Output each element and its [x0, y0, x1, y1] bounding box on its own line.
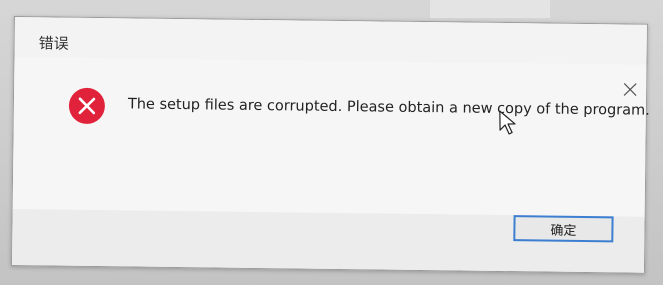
- ok-button-label: 确定: [550, 223, 577, 239]
- mouse-cursor-icon: [499, 110, 516, 135]
- error-dialog: 错误 The setup files are corrupted. Please…: [10, 16, 650, 274]
- close-button[interactable]: [616, 76, 644, 102]
- dialog-title: 错误: [38, 34, 69, 53]
- close-icon: [623, 83, 637, 97]
- background-window-edge: [430, 0, 550, 18]
- error-icon: [68, 87, 105, 124]
- ok-button[interactable]: 确定: [513, 215, 614, 243]
- dialog-content: [12, 57, 647, 220]
